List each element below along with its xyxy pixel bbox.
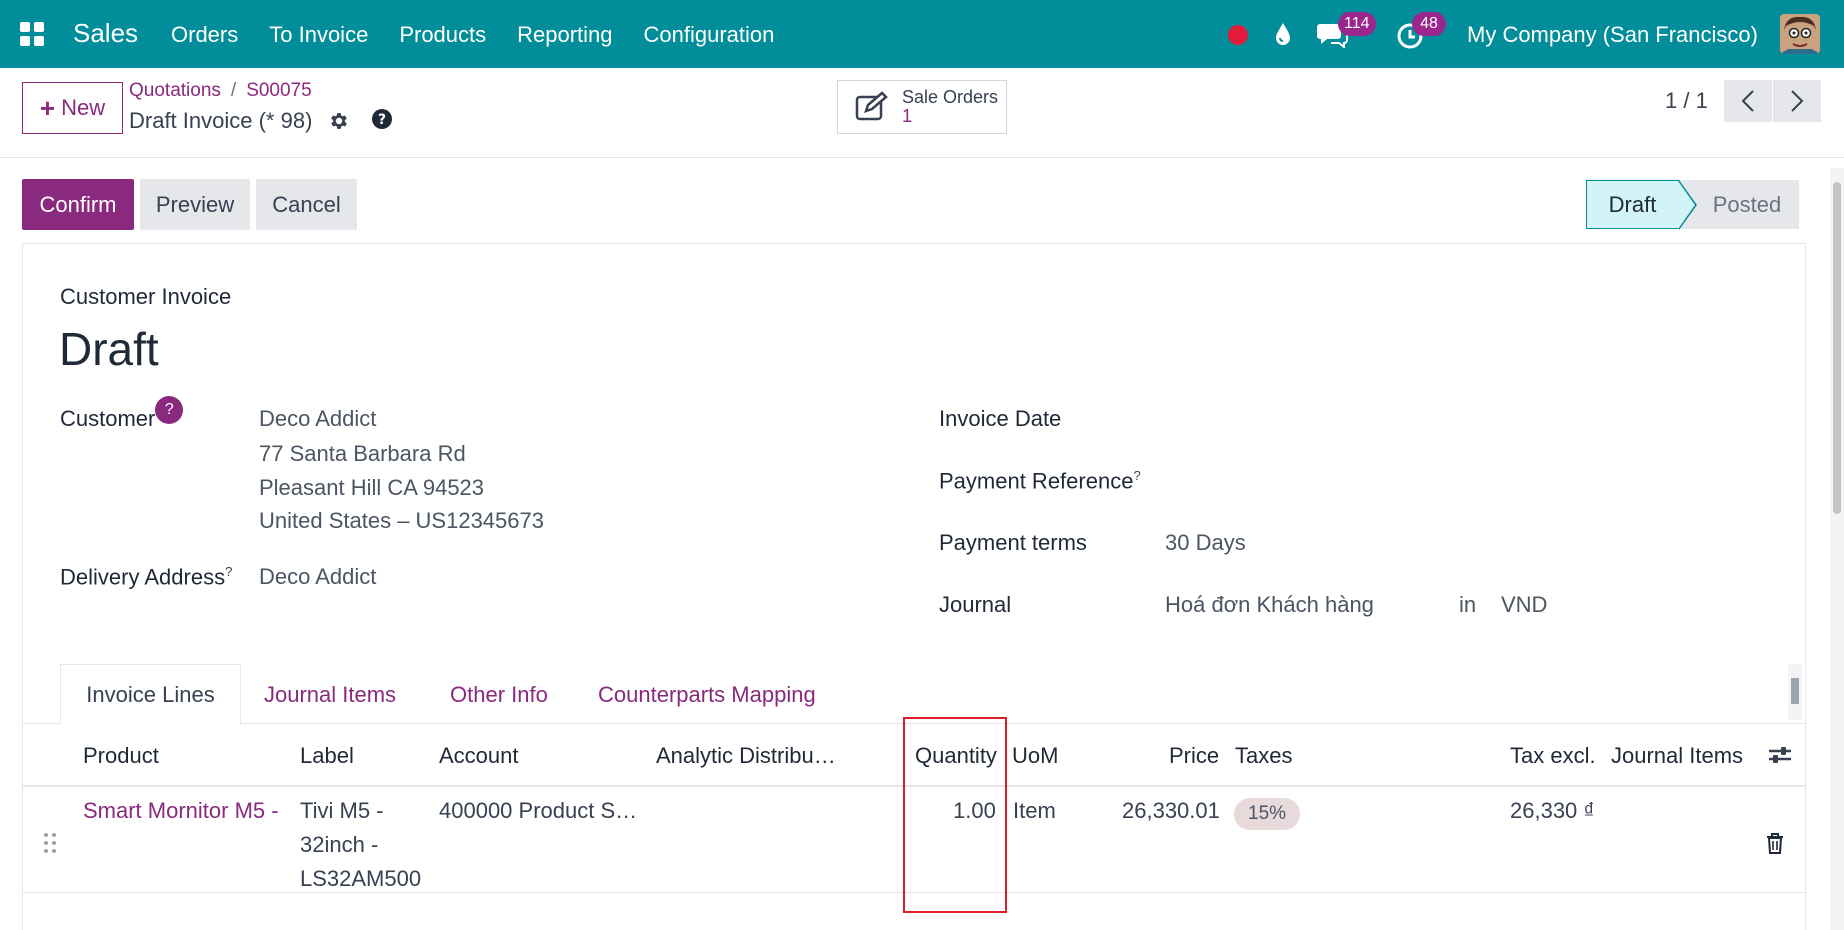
document-name: Draft: [59, 323, 159, 375]
payment-reference-label: Payment Reference?: [939, 468, 1141, 494]
breadcrumb-quotations[interactable]: Quotations: [129, 80, 221, 101]
control-panel: + New Quotations / S00075 Draft Invoice (* …: [0, 68, 1844, 158]
column-journal-items[interactable]: Journal Items: [1611, 743, 1743, 769]
pager-previous-button[interactable]: [1724, 80, 1772, 122]
line-account[interactable]: 400000 Product S…: [439, 798, 637, 824]
preview-button[interactable]: Preview: [140, 179, 250, 230]
drop-icon[interactable]: [1272, 20, 1294, 48]
column-product[interactable]: Product: [83, 743, 159, 769]
journal-label: Journal: [939, 592, 1012, 617]
line-label-3[interactable]: LS32AM500: [300, 866, 421, 892]
column-taxes[interactable]: Taxes: [1235, 743, 1292, 769]
pager-next-button[interactable]: [1773, 80, 1821, 122]
menu-configuration[interactable]: Configuration: [644, 22, 775, 48]
sale-orders-smart-button[interactable]: Sale Orders 1: [837, 80, 1007, 134]
table-row[interactable]: Smart Mornitor M5 - : Tivi M5 - 32inch -…: [23, 787, 1805, 893]
column-price[interactable]: Price: [1169, 743, 1219, 769]
menu-reporting[interactable]: Reporting: [517, 22, 612, 48]
smart-button-value: 1: [902, 106, 913, 126]
customer-label: Customer?: [60, 396, 184, 432]
payment-terms-value[interactable]: 30 Days: [1165, 530, 1246, 556]
drag-handle-icon[interactable]: [43, 832, 57, 854]
customer-address-city: Pleasant Hill CA 94523: [259, 475, 485, 500]
apps-menu-icon[interactable]: [20, 22, 44, 46]
tab-invoice-lines[interactable]: Invoice Lines: [60, 664, 241, 725]
record-title: Draft Invoice (* 98): [129, 108, 313, 133]
line-uom[interactable]: Item: [1013, 798, 1056, 824]
journal-in-text: in: [1459, 592, 1477, 617]
line-tax-excluded: 26,330 ₫: [1510, 798, 1595, 823]
line-label-2[interactable]: 32inch -: [300, 832, 378, 858]
tab-journal-items[interactable]: Journal Items: [264, 664, 396, 725]
customer-address-country: United States – US12345673: [259, 508, 544, 533]
main-menu: Orders To Invoice Products Reporting Con…: [171, 22, 774, 48]
invoice-sheet: Customer Invoice Draft Customer? Deco Ad…: [22, 243, 1806, 930]
document-type: Customer Invoice: [60, 284, 232, 309]
customer-name[interactable]: Deco Addict: [259, 406, 376, 432]
column-uom[interactable]: UoM: [1012, 743, 1058, 769]
gear-icon[interactable]: [328, 110, 350, 132]
line-quantity[interactable]: 1.00: [953, 798, 996, 824]
new-button[interactable]: + New: [22, 82, 123, 134]
delivery-address-value[interactable]: Deco Addict: [259, 564, 376, 590]
breadcrumb-separator: /: [230, 80, 237, 101]
menu-orders[interactable]: Orders: [171, 22, 238, 48]
line-label-1[interactable]: Tivi M5 -: [300, 798, 384, 824]
status-bar: Draft Posted: [1586, 180, 1799, 230]
breadcrumb: Quotations / S00075: [129, 80, 312, 102]
help-icon[interactable]: ?: [371, 108, 393, 130]
invoice-lines-header: Product Label Account Analytic Distribu……: [23, 725, 1805, 787]
journal-currency[interactable]: VND: [1501, 592, 1547, 618]
line-tax-tag[interactable]: 15%: [1234, 798, 1301, 830]
svg-text:?: ?: [378, 112, 386, 128]
status-draft[interactable]: Draft: [1586, 180, 1697, 230]
top-navbar: Sales Orders To Invoice Products Reporti…: [0, 0, 1844, 68]
tab-counterparts-mapping[interactable]: Counterparts Mapping: [598, 664, 816, 725]
pager-value[interactable]: 1 / 1: [1665, 88, 1708, 114]
menu-to-invoice[interactable]: To Invoice: [269, 22, 368, 48]
recording-dot-icon[interactable]: [1228, 25, 1248, 45]
column-quantity[interactable]: Quantity: [915, 743, 997, 769]
trash-icon[interactable]: [1765, 832, 1785, 854]
activities-count-badge: 48: [1412, 12, 1446, 36]
journal-value[interactable]: Hoá đơn Khách hàng: [1165, 592, 1374, 618]
column-label[interactable]: Label: [300, 743, 354, 769]
line-product[interactable]: Smart Mornitor M5 - :: [83, 798, 279, 824]
breadcrumb-order[interactable]: S00075: [246, 80, 312, 101]
tab-other-info[interactable]: Other Info: [450, 664, 548, 725]
confirm-button[interactable]: Confirm: [22, 179, 134, 230]
app-name[interactable]: Sales: [73, 18, 138, 49]
messages-count-badge: 114: [1338, 12, 1376, 36]
line-price[interactable]: 26,330.01: [1122, 798, 1220, 824]
company-switcher[interactable]: My Company (San Francisco): [1467, 22, 1758, 48]
menu-products[interactable]: Products: [399, 22, 486, 48]
invoice-date-label: Invoice Date: [939, 406, 1062, 431]
customer-help-icon[interactable]: ?: [155, 396, 184, 424]
edit-icon: [855, 91, 888, 121]
tab-area-scrollbar[interactable]: [1788, 664, 1802, 720]
notebook-tabs: Invoice Lines Journal Items Other Info C…: [23, 664, 1805, 725]
column-account[interactable]: Account: [439, 743, 519, 769]
column-tax-excluded[interactable]: Tax excl.: [1510, 743, 1596, 769]
delivery-address-label: Delivery Address?: [60, 564, 233, 590]
smart-button-label: Sale Orders: [902, 87, 999, 107]
payment-terms-label: Payment terms: [939, 530, 1087, 555]
cancel-button[interactable]: Cancel: [256, 179, 357, 230]
page-scrollbar[interactable]: [1830, 168, 1844, 930]
user-avatar[interactable]: [1780, 14, 1820, 54]
status-posted[interactable]: Posted: [1679, 180, 1799, 229]
plus-icon: +: [39, 92, 56, 123]
new-button-label: New: [61, 95, 106, 120]
optional-columns-icon[interactable]: [1767, 743, 1793, 767]
chevron-right-icon: [1791, 90, 1804, 112]
column-analytic-distribution[interactable]: Analytic Distribu…: [656, 743, 836, 769]
chevron-left-icon: [1741, 90, 1754, 112]
customer-address-street: 77 Santa Barbara Rd: [259, 441, 466, 466]
